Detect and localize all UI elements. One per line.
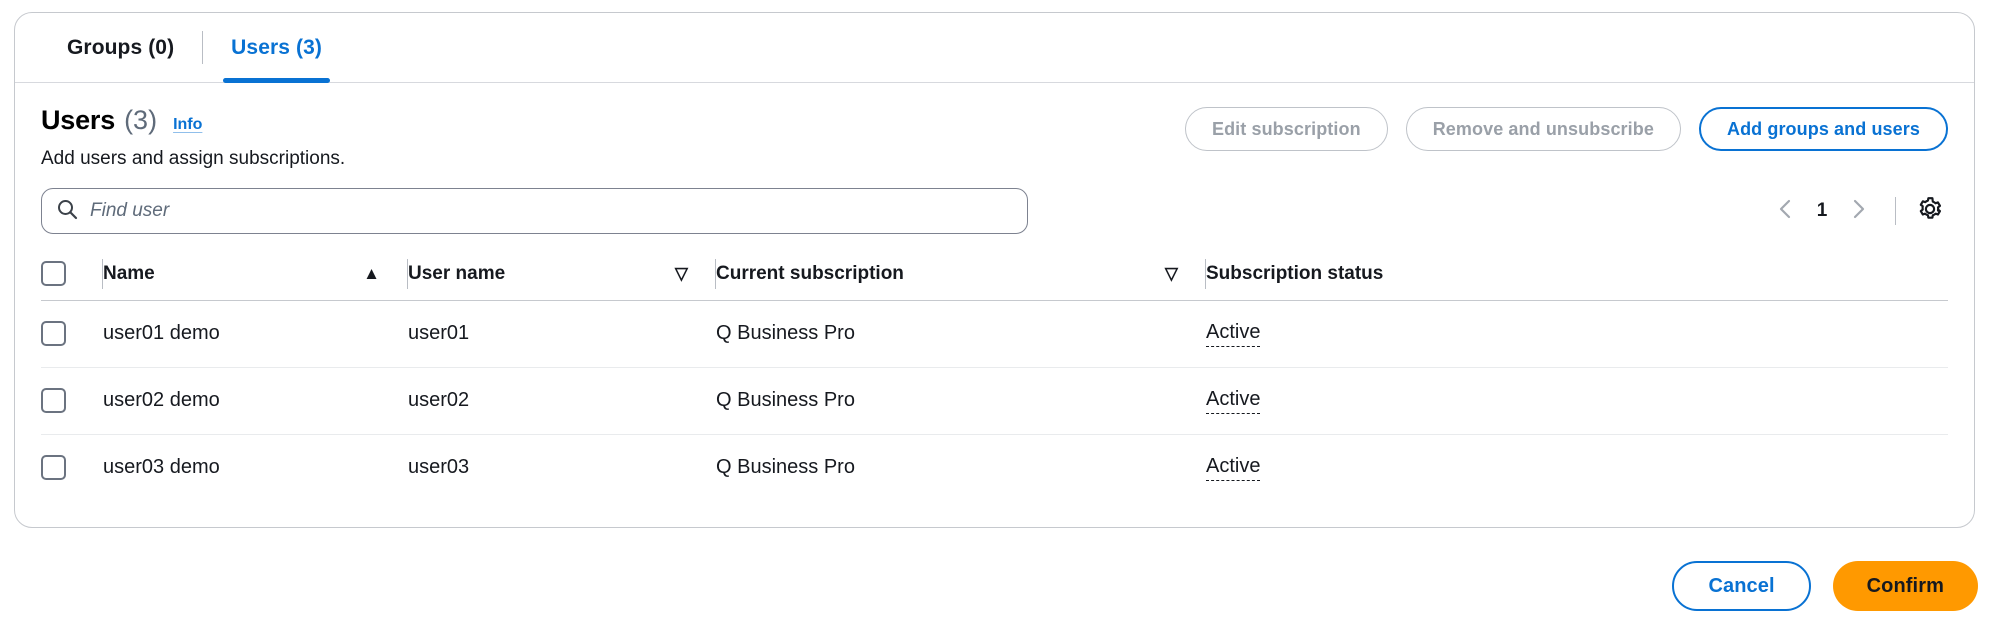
users-table: Name ▲ User name ▽ Current subscription … (41, 248, 1948, 501)
pagination-page-1[interactable]: 1 (1805, 200, 1839, 222)
pagination-next-button[interactable] (1839, 191, 1879, 231)
column-header-current-subscription-label: Current subscription (716, 262, 904, 284)
search-input[interactable]: Find user (41, 188, 1028, 234)
cell-user-name: user03 (408, 456, 470, 479)
row-checkbox[interactable] (41, 388, 66, 413)
cell-name: user03 demo (103, 456, 220, 479)
column-header-user-name-label: User name (408, 262, 506, 284)
sort-by-current-subscription[interactable]: Current subscription ▽ (716, 248, 1206, 300)
add-groups-and-users-button[interactable]: Add groups and users (1698, 107, 1948, 151)
cell-name: user01 demo (103, 300, 408, 368)
row-select-cell (41, 434, 103, 501)
row-checkbox[interactable] (41, 321, 66, 346)
page-root: Groups (0) Users (3) Users (3) Info Add … (0, 0, 2000, 633)
row-select-cell (41, 367, 103, 435)
footer-actions: Cancel Confirm (1672, 561, 1978, 611)
sort-none-icon: ▽ (674, 264, 688, 284)
status-badge[interactable]: Active (1206, 321, 1261, 347)
cancel-button[interactable]: Cancel (1672, 561, 1811, 611)
tab-users[interactable]: Users (3) (203, 13, 350, 83)
cell-current-subscription: Q Business Pro (716, 456, 855, 479)
chevron-left-icon (1777, 198, 1793, 225)
cell-current-subscription: Q Business Pro (716, 300, 1206, 368)
remove-and-unsubscribe-button[interactable]: Remove and unsubscribe (1405, 107, 1681, 151)
row-checkbox[interactable] (41, 455, 66, 481)
confirm-button-label: Confirm (1866, 574, 1944, 597)
info-link[interactable]: Info (173, 116, 202, 134)
table-body: user01 demo user01 Q Business Pro Active… (41, 300, 1948, 501)
gear-icon (1917, 196, 1943, 227)
column-header-name: Name ▲ (103, 248, 408, 301)
column-header-subscription-status-label: Subscription status (1206, 262, 1384, 284)
cell-subscription-status: Active (1206, 300, 1948, 368)
table-header-row: Name ▲ User name ▽ Current subscription … (41, 248, 1948, 301)
table-preferences-button[interactable] (1912, 193, 1948, 229)
cell-current-subscription: Q Business Pro (716, 367, 1206, 435)
search-icon (56, 198, 90, 225)
select-all-header (41, 248, 103, 301)
users-card: Groups (0) Users (3) Users (3) Info Add … (14, 12, 1975, 528)
sort-ascending-icon: ▲ (363, 264, 380, 284)
cell-subscription-status: Active (1206, 367, 1948, 435)
pagination: 1 (1765, 188, 1948, 234)
cell-user-name: user01 (408, 300, 716, 368)
column-header-current-subscription: Current subscription ▽ (716, 248, 1206, 301)
cell-user-name: user02 (408, 367, 716, 435)
column-header-subscription-status: Subscription status (1206, 248, 1948, 301)
table-row[interactable]: user02 demo user02 Q Business Pro Active (41, 367, 1948, 435)
panel-subtitle: Add users and assign subscriptions. (41, 148, 346, 169)
row-select-cell (41, 300, 103, 368)
sort-by-name[interactable]: Name ▲ (103, 248, 408, 300)
tab-groups-label: Groups (0) (67, 35, 175, 59)
select-all-checkbox[interactable] (41, 261, 66, 287)
table-row[interactable]: user01 demo user01 Q Business Pro Active (41, 300, 1948, 368)
table-header: Name ▲ User name ▽ Current subscription … (41, 248, 1948, 301)
column-header-name-label: Name (103, 262, 155, 284)
cell-name: user02 demo (103, 367, 408, 435)
status-badge[interactable]: Active (1206, 388, 1261, 414)
panel-header: Users (3) Info Add users and assign subs… (15, 83, 1974, 170)
tab-users-label: Users (3) (231, 35, 322, 59)
edit-subscription-button[interactable]: Edit subscription (1184, 107, 1388, 151)
sort-by-user-name[interactable]: User name ▽ (408, 248, 716, 300)
column-header-user-name: User name ▽ (408, 248, 716, 301)
page-title-text: Users (41, 105, 116, 135)
remove-and-unsubscribe-label: Remove and unsubscribe (1432, 118, 1654, 139)
pagination-divider (1895, 197, 1896, 225)
search-placeholder: Find user (90, 200, 170, 221)
edit-subscription-label: Edit subscription (1211, 118, 1361, 139)
table-tools: Find user 1 (41, 188, 1948, 234)
sort-none-icon: ▽ (1164, 264, 1178, 284)
page-title-count: (3) (124, 105, 158, 135)
cancel-button-label: Cancel (1708, 574, 1775, 597)
cell-subscription-status: Active (1206, 434, 1948, 501)
table-row[interactable]: user03 demo user03 Q Business Pro Active (41, 434, 1948, 501)
tab-groups[interactable]: Groups (0) (39, 13, 202, 82)
tab-bar: Groups (0) Users (3) (15, 13, 1974, 83)
status-badge[interactable]: Active (1206, 455, 1261, 481)
header-actions: Edit subscription Remove and unsubscribe… (1184, 107, 1948, 151)
chevron-right-icon (1851, 198, 1867, 225)
add-groups-and-users-label: Add groups and users (1726, 118, 1920, 139)
pagination-prev-button[interactable] (1765, 191, 1805, 231)
confirm-button[interactable]: Confirm (1832, 561, 1978, 611)
